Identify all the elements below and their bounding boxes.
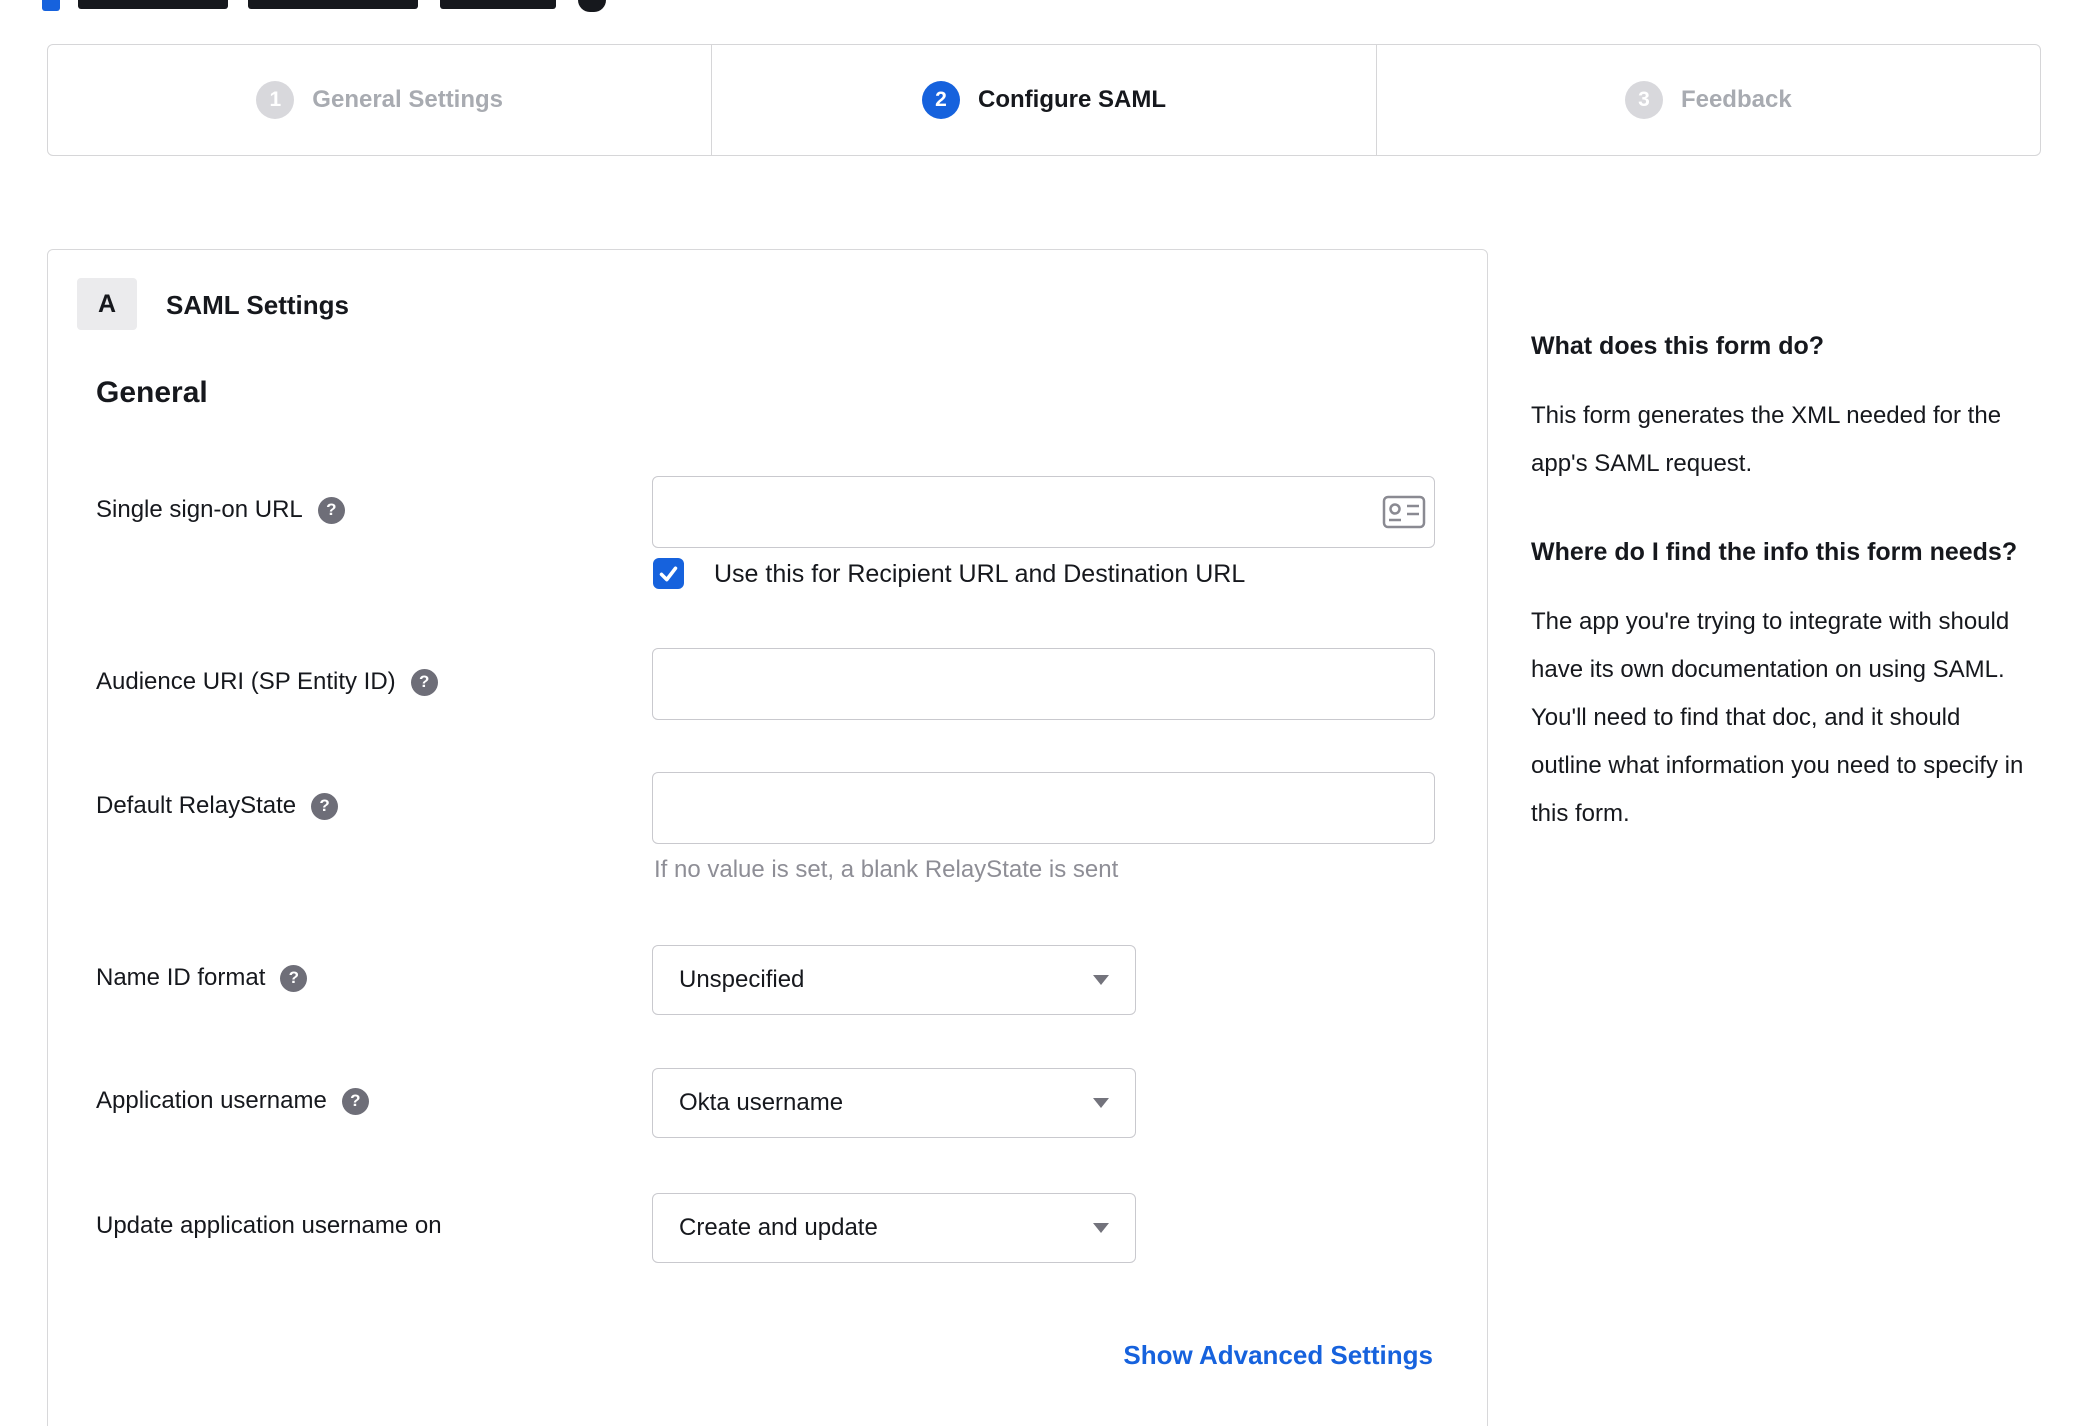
help-paragraph: This form generates the XML needed for t… [1531, 402, 2002, 477]
saml-settings-panel: A SAML Settings General Single sign-on U… [47, 249, 1488, 1426]
sso-url-row-label: Single sign-on URL ? [96, 496, 345, 524]
step-label: Feedback [1680, 86, 1792, 113]
check-icon [659, 566, 678, 582]
general-group-title: General [96, 376, 208, 409]
contact-card-icon[interactable] [1382, 495, 1426, 529]
step-feedback[interactable]: 3 Feedback [1375, 45, 2040, 155]
help-paragraph: The app you're trying to integrate with … [1531, 608, 2024, 827]
update-app-username-value: Create and update [679, 1214, 878, 1241]
step-number-badge: 3 [1624, 81, 1663, 119]
step-number-badge: 2 [922, 81, 960, 119]
wizard-stepper: 1 General Settings 2 Configure SAML 3 Fe… [47, 44, 2041, 156]
relay-state-row-label: Default RelayState ? [96, 792, 339, 820]
help-icon[interactable]: ? [341, 1087, 369, 1115]
recipient-url-checkbox[interactable] [653, 558, 684, 589]
dropdown-arrow-icon [1093, 1223, 1109, 1233]
section-a-badge: A [77, 278, 137, 330]
recipient-url-checkbox-label[interactable]: Use this for Recipient URL and Destinati… [714, 560, 1245, 589]
cutoff-content-fragment [440, 0, 556, 9]
sso-url-input[interactable] [652, 476, 1435, 548]
audience-uri-label: Audience URI (SP Entity ID) [96, 668, 396, 695]
section-title: SAML Settings [166, 290, 349, 320]
dropdown-arrow-icon [1093, 1098, 1109, 1108]
help-sidebar: What does this form do? This form genera… [1531, 324, 2031, 880]
cutoff-content-fragment [42, 0, 60, 11]
cutoff-content-fragment [578, 0, 606, 12]
show-advanced-settings-link[interactable]: Show Advanced Settings [1123, 1340, 1433, 1371]
help-heading: Where do I find the info this form needs… [1531, 538, 2018, 566]
name-id-format-label: Name ID format [96, 964, 266, 991]
relay-state-hint: If no value is set, a blank RelayState i… [654, 856, 1119, 883]
app-username-label: Application username [96, 1087, 327, 1114]
dropdown-arrow-icon [1093, 975, 1109, 985]
audience-uri-input[interactable] [652, 648, 1435, 720]
update-app-username-select[interactable]: Create and update [652, 1193, 1136, 1263]
update-app-username-label: Update application username on [96, 1212, 442, 1239]
app-username-value: Okta username [679, 1089, 844, 1116]
help-icon[interactable]: ? [311, 792, 339, 820]
relay-state-label: Default RelayState [96, 792, 297, 819]
help-icon[interactable]: ? [280, 964, 308, 992]
cutoff-content-fragment [248, 0, 418, 9]
help-heading: What does this form do? [1531, 332, 1825, 360]
step-label: General Settings [312, 86, 504, 113]
name-id-format-value: Unspecified [679, 966, 805, 993]
step-configure-saml[interactable]: 2 Configure SAML [711, 45, 1375, 155]
app-username-select[interactable]: Okta username [652, 1068, 1136, 1138]
name-id-format-select[interactable]: Unspecified [652, 945, 1136, 1015]
cutoff-content-fragment [78, 0, 228, 9]
sso-url-label: Single sign-on URL [96, 496, 303, 523]
help-icon[interactable]: ? [317, 496, 345, 524]
name-id-format-row-label: Name ID format ? [96, 964, 308, 992]
update-app-username-row-label: Update application username on [96, 1212, 442, 1240]
audience-uri-row-label: Audience URI (SP Entity ID) ? [96, 668, 438, 696]
app-username-row-label: Application username ? [96, 1087, 369, 1115]
step-general-settings[interactable]: 1 General Settings [48, 45, 711, 155]
step-label: Configure SAML [978, 86, 1166, 113]
configure-saml-page: 1 General Settings 2 Configure SAML 3 Fe… [0, 0, 2092, 1426]
relay-state-input[interactable] [652, 772, 1435, 844]
help-icon[interactable]: ? [410, 668, 438, 696]
step-number-badge: 1 [256, 81, 295, 119]
